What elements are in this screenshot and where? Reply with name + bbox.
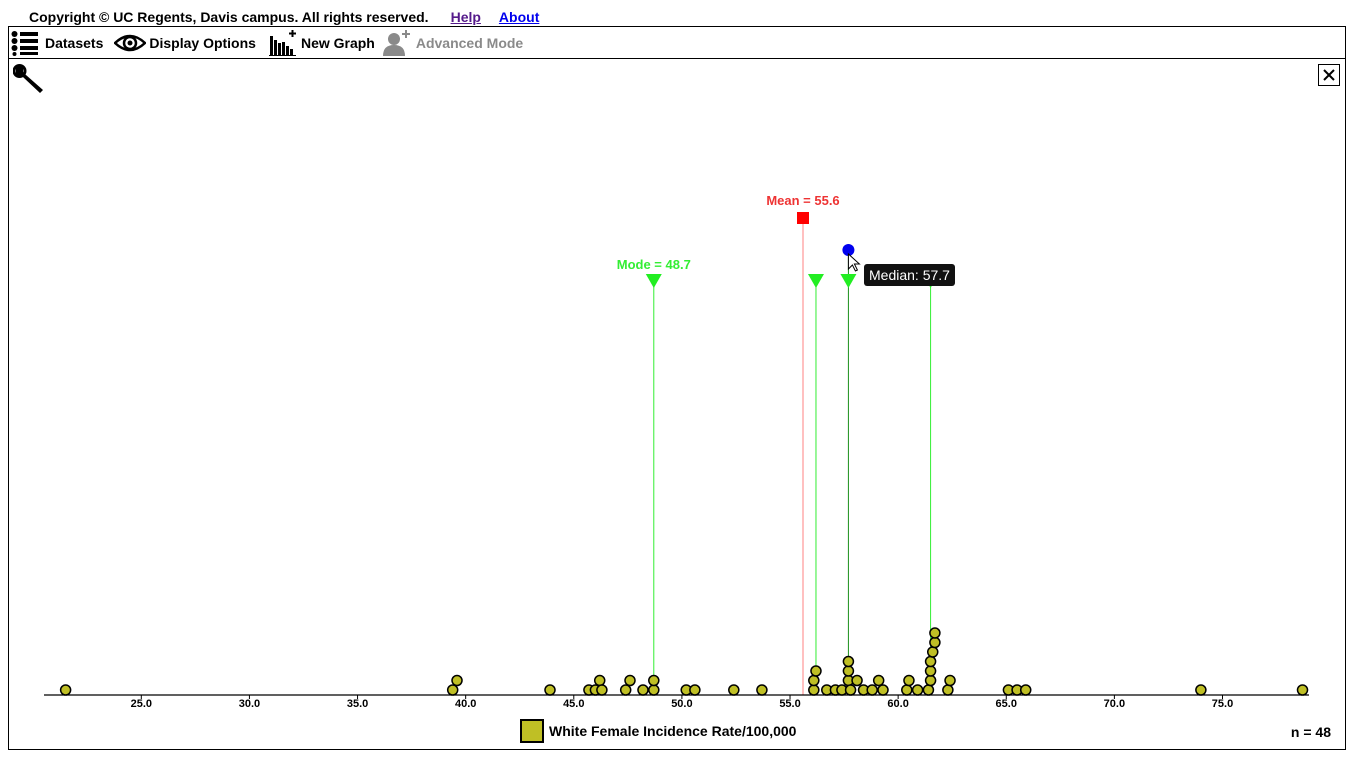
data-point[interactable] <box>851 674 863 687</box>
copyright-text: Copyright © UC Regents, Davis campus. Al… <box>29 9 429 25</box>
marker-triangle[interactable] <box>807 274 824 288</box>
data-point[interactable] <box>924 674 937 687</box>
legend-swatch <box>520 719 544 743</box>
advanced-mode-button[interactable]: Advanced Mode <box>382 27 524 58</box>
legend-label: White Female Incidence Rate/100,000 <box>549 723 797 739</box>
histogram-add-icon <box>268 29 297 56</box>
data-point[interactable] <box>446 684 459 696</box>
datasets-button[interactable]: Datasets <box>11 27 103 58</box>
display-options-button[interactable]: Display Options <box>114 27 256 58</box>
data-point[interactable] <box>596 684 608 696</box>
advanced-mode-label: Advanced Mode <box>415 34 524 51</box>
sample-size: n = 48 <box>1290 724 1331 740</box>
data-point[interactable] <box>648 674 660 687</box>
help-link[interactable]: Help <box>451 9 481 25</box>
mean-label: Mean = 55.6 <box>766 193 839 208</box>
data-point[interactable] <box>942 684 954 696</box>
datasets-label: Datasets <box>45 34 104 51</box>
list-icon <box>11 30 39 56</box>
data-point[interactable] <box>756 684 768 696</box>
data-point[interactable] <box>1296 684 1309 696</box>
data-point[interactable] <box>911 684 924 696</box>
data-point[interactable] <box>842 655 855 668</box>
data-point[interactable] <box>924 665 937 677</box>
median-triangle[interactable] <box>840 274 857 288</box>
toolbar: Datasets Display Options New Graph Advan… <box>8 26 1346 59</box>
x-tick-label: 45.0 <box>563 698 584 710</box>
eye-icon <box>114 32 147 54</box>
data-point[interactable] <box>728 684 740 696</box>
data-point[interactable] <box>872 674 885 687</box>
mode-marker[interactable] <box>645 274 662 288</box>
data-point[interactable] <box>944 674 956 687</box>
x-tick-label: 35.0 <box>347 698 368 710</box>
data-point[interactable] <box>808 684 820 696</box>
legend: White Female Incidence Rate/100,000 <box>520 719 796 743</box>
copyright-bar: Copyright © UC Regents, Davis campus. Al… <box>29 8 557 26</box>
x-tick-label: 30.0 <box>239 698 260 710</box>
user-add-icon <box>382 29 410 56</box>
about-link[interactable]: About <box>499 9 539 25</box>
data-point[interactable] <box>922 684 935 696</box>
data-point[interactable] <box>929 627 941 639</box>
data-point[interactable] <box>866 684 878 696</box>
data-point[interactable] <box>844 684 857 696</box>
x-tick-label: 40.0 <box>455 698 476 710</box>
close-button[interactable] <box>1318 64 1340 86</box>
data-point[interactable] <box>810 665 822 677</box>
data-point[interactable] <box>544 684 556 696</box>
data-point[interactable] <box>689 684 701 696</box>
data-point[interactable] <box>59 684 72 696</box>
data-point[interactable] <box>593 674 606 687</box>
x-tick-label: 25.0 <box>131 698 152 710</box>
x-tick-label: 50.0 <box>671 698 692 710</box>
data-point[interactable] <box>451 674 463 687</box>
close-icon <box>1323 69 1335 81</box>
median-tooltip: Median: 57.7 <box>864 264 955 286</box>
x-tick-label: 70.0 <box>1104 698 1125 710</box>
dot-plot: 25.0 30.0 35.0 40.0 45.0 50.0 55.0 60.0 65.0 70.0… <box>44 193 1309 710</box>
data-point[interactable] <box>619 684 632 696</box>
wrench-icon[interactable] <box>12 64 47 94</box>
x-tick-label: 55.0 <box>779 698 800 710</box>
data-point[interactable] <box>877 684 889 696</box>
graph-panel: 25.0 30.0 35.0 40.0 45.0 50.0 55.0 60.0 65.0 70.0… <box>8 58 1346 750</box>
data-point[interactable] <box>903 674 915 687</box>
x-tick-label: 65.0 <box>996 698 1017 710</box>
data-point[interactable] <box>624 674 636 687</box>
data-point[interactable] <box>808 674 820 687</box>
x-tick-label: 75.0 <box>1212 698 1233 710</box>
display-options-label: Display Options <box>149 34 256 51</box>
new-graph-button[interactable]: New Graph <box>268 27 375 58</box>
data-point[interactable] <box>648 684 660 696</box>
data-point[interactable] <box>924 655 937 668</box>
cursor-icon <box>847 252 861 272</box>
data-point[interactable] <box>1019 684 1032 696</box>
mode-label: Mode = 48.7 <box>617 257 691 272</box>
data-point[interactable] <box>901 684 913 696</box>
data-point[interactable] <box>926 646 939 658</box>
data-point[interactable] <box>842 665 855 677</box>
x-tick-label: 60.0 <box>887 698 908 710</box>
mean-marker[interactable] <box>797 212 809 224</box>
data-point[interactable] <box>637 684 649 696</box>
new-graph-label: New Graph <box>300 34 375 51</box>
data-point[interactable] <box>1195 684 1207 696</box>
data-point[interactable] <box>929 636 941 649</box>
